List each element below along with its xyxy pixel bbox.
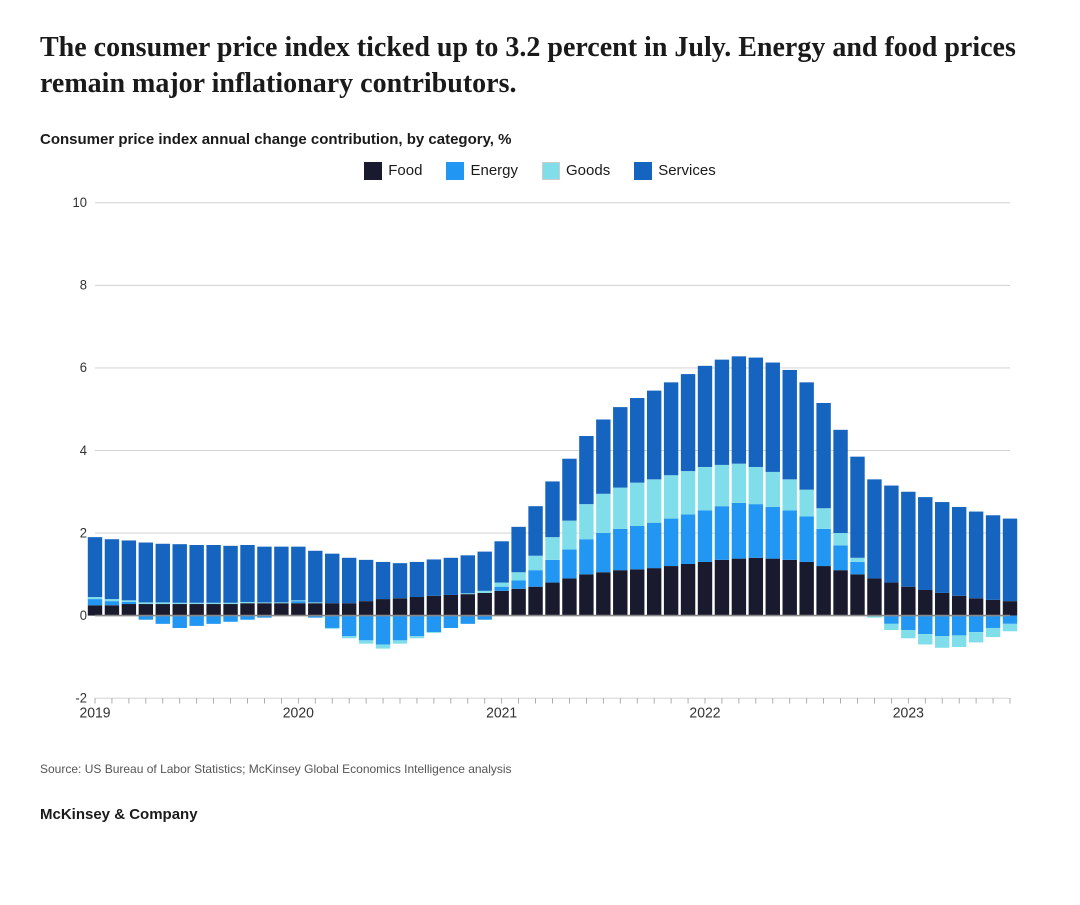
svg-text:8: 8 <box>80 277 87 293</box>
svg-text:4: 4 <box>80 442 88 458</box>
svg-text:6: 6 <box>80 360 87 376</box>
chart-area: 10 8 6 4 2 0 -22019 2020 2021 2022 2023 <box>40 192 1040 752</box>
source-text: Source: US Bureau of Labor Statistics; M… <box>40 762 1040 776</box>
services-label: Services <box>658 162 716 179</box>
goods-label: Goods <box>566 162 610 179</box>
chart-title: Consumer price index annual change contr… <box>40 131 1040 148</box>
legend-energy: Energy <box>446 162 518 180</box>
services-swatch <box>634 162 652 180</box>
svg-text:2020: 2020 <box>283 705 314 722</box>
headline: The consumer price index ticked up to 3.… <box>40 30 1020 103</box>
svg-text:2022: 2022 <box>689 705 720 722</box>
svg-text:-2: -2 <box>75 690 87 706</box>
svg-text:10: 10 <box>73 194 87 210</box>
svg-text:2: 2 <box>80 525 87 541</box>
food-swatch <box>364 162 382 180</box>
legend-food: Food <box>364 162 422 180</box>
chart-legend: Food Energy Goods Services <box>40 162 1040 180</box>
legend-services: Services <box>634 162 716 180</box>
svg-text:2019: 2019 <box>79 705 110 722</box>
energy-swatch <box>446 162 464 180</box>
food-label: Food <box>388 162 422 179</box>
chart-svg: 10 8 6 4 2 0 -22019 2020 2021 2022 2023 <box>40 192 1040 752</box>
brand-name: McKinsey & Company <box>40 806 1040 823</box>
svg-text:2021: 2021 <box>486 705 517 722</box>
energy-label: Energy <box>470 162 518 179</box>
goods-swatch <box>542 162 560 180</box>
legend-goods: Goods <box>542 162 610 180</box>
svg-text:0: 0 <box>80 607 87 623</box>
svg-text:2023: 2023 <box>893 705 924 722</box>
